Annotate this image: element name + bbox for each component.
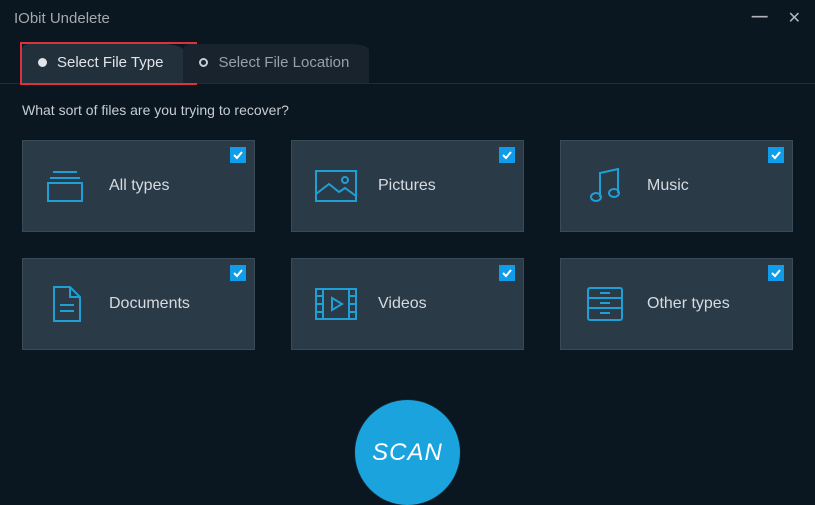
document-icon [43,285,91,323]
checkbox-checked-icon[interactable] [768,147,784,163]
radio-selected-icon [38,58,47,67]
type-card-all[interactable]: All types [22,140,255,232]
type-card-videos[interactable]: Videos [291,258,524,350]
file-type-grid: All types Pictures [22,140,793,350]
type-label: All types [109,177,169,195]
type-label: Music [647,177,689,195]
type-card-other[interactable]: Other types [560,258,793,350]
tab-bar: Select File Type Select File Location [0,36,815,84]
tab-select-file-location[interactable]: Select File Location [183,44,369,83]
checkbox-checked-icon[interactable] [499,147,515,163]
tab-select-file-type[interactable]: Select File Type [22,44,183,83]
video-icon [312,288,360,320]
scan-wrap: SCAN [0,400,815,505]
tab-label: Select File Type [57,54,163,71]
close-button[interactable]: ✕ [788,8,801,28]
scan-button[interactable]: SCAN [355,400,460,505]
type-label: Other types [647,295,730,313]
type-card-documents[interactable]: Documents [22,258,255,350]
checkbox-checked-icon[interactable] [230,147,246,163]
type-label: Pictures [378,177,436,195]
checkbox-checked-icon[interactable] [230,265,246,281]
type-label: Videos [378,295,427,313]
tab-label: Select File Location [218,54,349,71]
titlebar: IObit Undelete — ✕ [0,0,815,36]
type-card-pictures[interactable]: Pictures [291,140,524,232]
stack-icon [43,169,91,203]
type-card-music[interactable]: Music [560,140,793,232]
radio-unselected-icon [199,58,208,67]
drawer-icon [581,286,629,322]
app-title: IObit Undelete [14,10,110,27]
prompt-text: What sort of files are you trying to rec… [22,102,793,118]
minimize-button[interactable]: — [752,8,766,28]
type-label: Documents [109,295,190,313]
checkbox-checked-icon[interactable] [768,265,784,281]
window-controls: — ✕ [752,8,801,28]
checkbox-checked-icon[interactable] [499,265,515,281]
picture-icon [312,170,360,202]
music-icon [581,167,629,205]
content: What sort of files are you trying to rec… [0,84,815,350]
